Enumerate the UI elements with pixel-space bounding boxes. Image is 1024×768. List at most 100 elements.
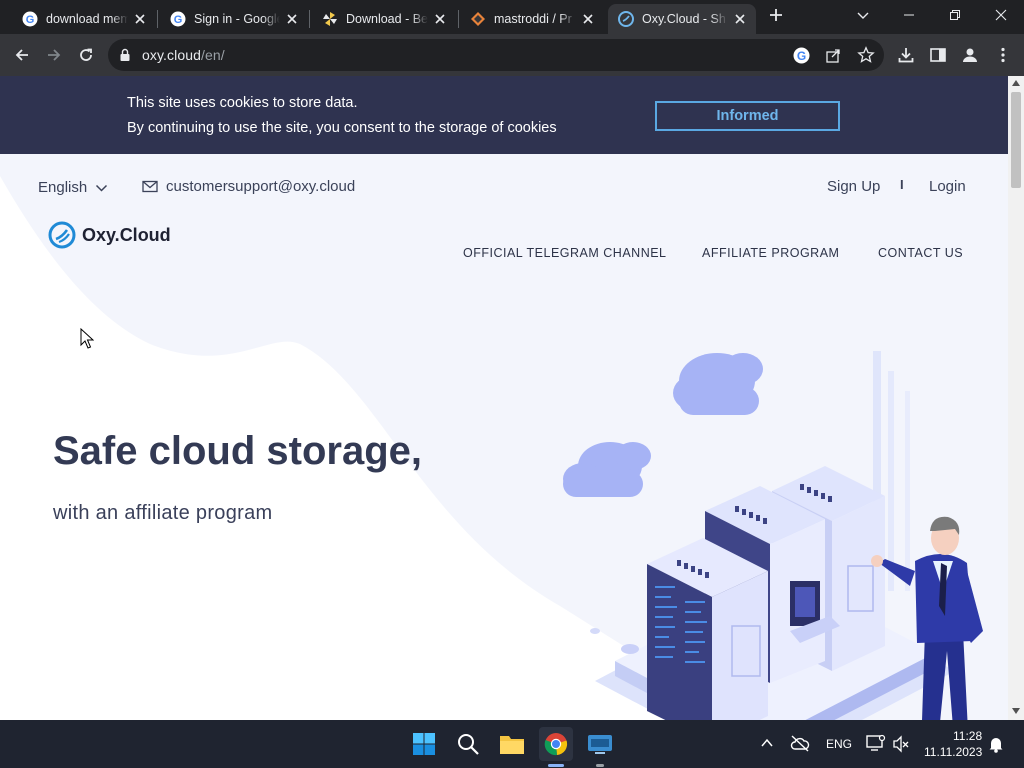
lock-icon[interactable] (119, 48, 131, 62)
profile-icon[interactable] (961, 46, 979, 64)
url-host: oxy.cloud (142, 47, 202, 63)
diamond-icon (471, 12, 485, 26)
folder-icon (500, 736, 524, 754)
signup-link[interactable]: Sign Up (827, 178, 880, 195)
cloud-icon (673, 353, 763, 415)
hero-title: Safe cloud storage, (53, 429, 422, 473)
browser-tab[interactable]: G Sign in - Google (160, 4, 308, 34)
informed-button[interactable]: Informed (655, 101, 840, 131)
auth-separator: I (900, 177, 904, 192)
input-language[interactable]: ENG (826, 737, 852, 751)
reload-icon (80, 48, 92, 61)
chrome-icon (544, 733, 568, 756)
clock-date[interactable]: 11.11.2023 (924, 745, 982, 759)
notification-bell-icon[interactable] (988, 735, 1004, 753)
download-icon[interactable] (897, 46, 915, 64)
reload-button[interactable] (70, 39, 102, 71)
side-panel-icon[interactable] (929, 46, 947, 64)
cloud-icon (563, 442, 651, 497)
google-lens-icon[interactable]: G (793, 47, 810, 64)
language-label: English (38, 179, 88, 196)
close-icon[interactable] (132, 11, 148, 27)
support-email-link[interactable]: customersupport@oxy.cloud (166, 178, 355, 195)
browser-tab[interactable]: mastroddi / Pr (460, 4, 604, 34)
keyboard-icon (588, 735, 612, 754)
nav-contact-us[interactable]: CONTACT US (878, 246, 963, 260)
file-explorer-button[interactable] (495, 727, 529, 761)
minimize-icon (904, 14, 914, 16)
browser-tab[interactable]: G download mem (12, 4, 156, 34)
nav-telegram-channel[interactable]: OFFICIAL TELEGRAM CHANNEL (463, 246, 667, 260)
browser-tab-strip: G download mem G Sign in - Google Downlo… (0, 0, 1024, 34)
chevron-up-icon[interactable] (761, 738, 773, 748)
nav-affiliate-program[interactable]: AFFILIATE PROGRAM (702, 246, 839, 260)
pinwheel-icon (323, 12, 337, 26)
tab-title: Sign in - Google (194, 12, 280, 26)
brand-logo[interactable]: Oxy.Cloud (48, 221, 171, 249)
new-tab-button[interactable] (754, 0, 798, 30)
more-menu-icon[interactable] (994, 46, 1012, 64)
close-window-button[interactable] (978, 0, 1024, 30)
brand-name: Oxy.Cloud (82, 224, 171, 245)
google-icon: G (22, 11, 38, 27)
close-icon[interactable] (432, 11, 448, 27)
svg-text:G: G (174, 14, 183, 26)
minimize-button[interactable] (886, 0, 932, 30)
restore-button[interactable] (932, 0, 978, 30)
arrow-right-icon (48, 49, 61, 61)
arrow-left-icon (15, 49, 28, 61)
browser-tab[interactable]: Download - Be (312, 4, 456, 34)
tab-title: Download - Be (346, 12, 428, 26)
scroll-down-icon[interactable] (1012, 708, 1020, 714)
tab-divider (309, 10, 310, 28)
cookie-text-line1: This site uses cookies to store data. (127, 95, 358, 111)
language-selector[interactable]: English (38, 179, 108, 196)
windows-logo-icon (413, 733, 435, 755)
running-app-indicator (596, 764, 604, 767)
tab-title: Oxy.Cloud - Sh (642, 12, 726, 26)
scrollbar-thumb[interactable] (1011, 92, 1021, 188)
clock-time[interactable]: 11:28 (953, 729, 982, 743)
chevron-down-icon (96, 184, 108, 192)
chevron-down-icon (857, 12, 869, 19)
tab-search-button[interactable] (840, 0, 886, 30)
cloud-offline-icon[interactable] (790, 734, 810, 752)
close-icon[interactable] (732, 11, 748, 27)
speaker-muted-icon[interactable] (892, 735, 910, 753)
taskbar-search-button[interactable] (451, 727, 485, 761)
envelope-icon (142, 180, 158, 193)
plus-icon (770, 9, 782, 21)
virtual-keyboard-app-button[interactable] (583, 727, 617, 761)
tab-divider (157, 10, 158, 28)
monitor-icon[interactable] (866, 734, 886, 752)
search-icon (458, 734, 479, 755)
close-icon (995, 9, 1007, 21)
oxy-logo-icon (48, 221, 76, 249)
share-icon[interactable] (825, 47, 842, 64)
active-app-indicator (548, 764, 564, 767)
cookie-banner: This site uses cookies to store data. By… (0, 76, 1008, 154)
svg-text:G: G (797, 49, 806, 63)
tab-divider (458, 10, 459, 28)
page-viewport: This site uses cookies to store data. By… (0, 76, 1008, 720)
close-icon[interactable] (580, 11, 596, 27)
forward-button[interactable] (38, 39, 70, 71)
back-button[interactable] (6, 39, 38, 71)
scroll-up-icon[interactable] (1012, 80, 1020, 86)
oxy-icon (618, 11, 634, 27)
login-link[interactable]: Login (929, 178, 966, 195)
url-text[interactable]: oxy.cloud/en/ (142, 47, 225, 63)
start-button[interactable] (407, 727, 441, 761)
hero-subtitle: with an affiliate program (53, 502, 273, 524)
bookmark-star-icon[interactable] (857, 46, 875, 64)
mouse-cursor-icon (80, 328, 94, 349)
browser-tab-active[interactable]: Oxy.Cloud - Sh (608, 4, 756, 34)
url-path: /en/ (201, 47, 225, 63)
close-icon[interactable] (284, 11, 300, 27)
chrome-taskbar-button[interactable] (539, 727, 573, 761)
google-icon: G (170, 11, 186, 27)
svg-text:G: G (26, 14, 35, 26)
tab-title: mastroddi / Pr (494, 12, 572, 26)
cookie-text-line2: By continuing to use the site, you conse… (127, 120, 557, 136)
windows-taskbar: ENG 11:28 11.11.2023 (0, 720, 1024, 768)
